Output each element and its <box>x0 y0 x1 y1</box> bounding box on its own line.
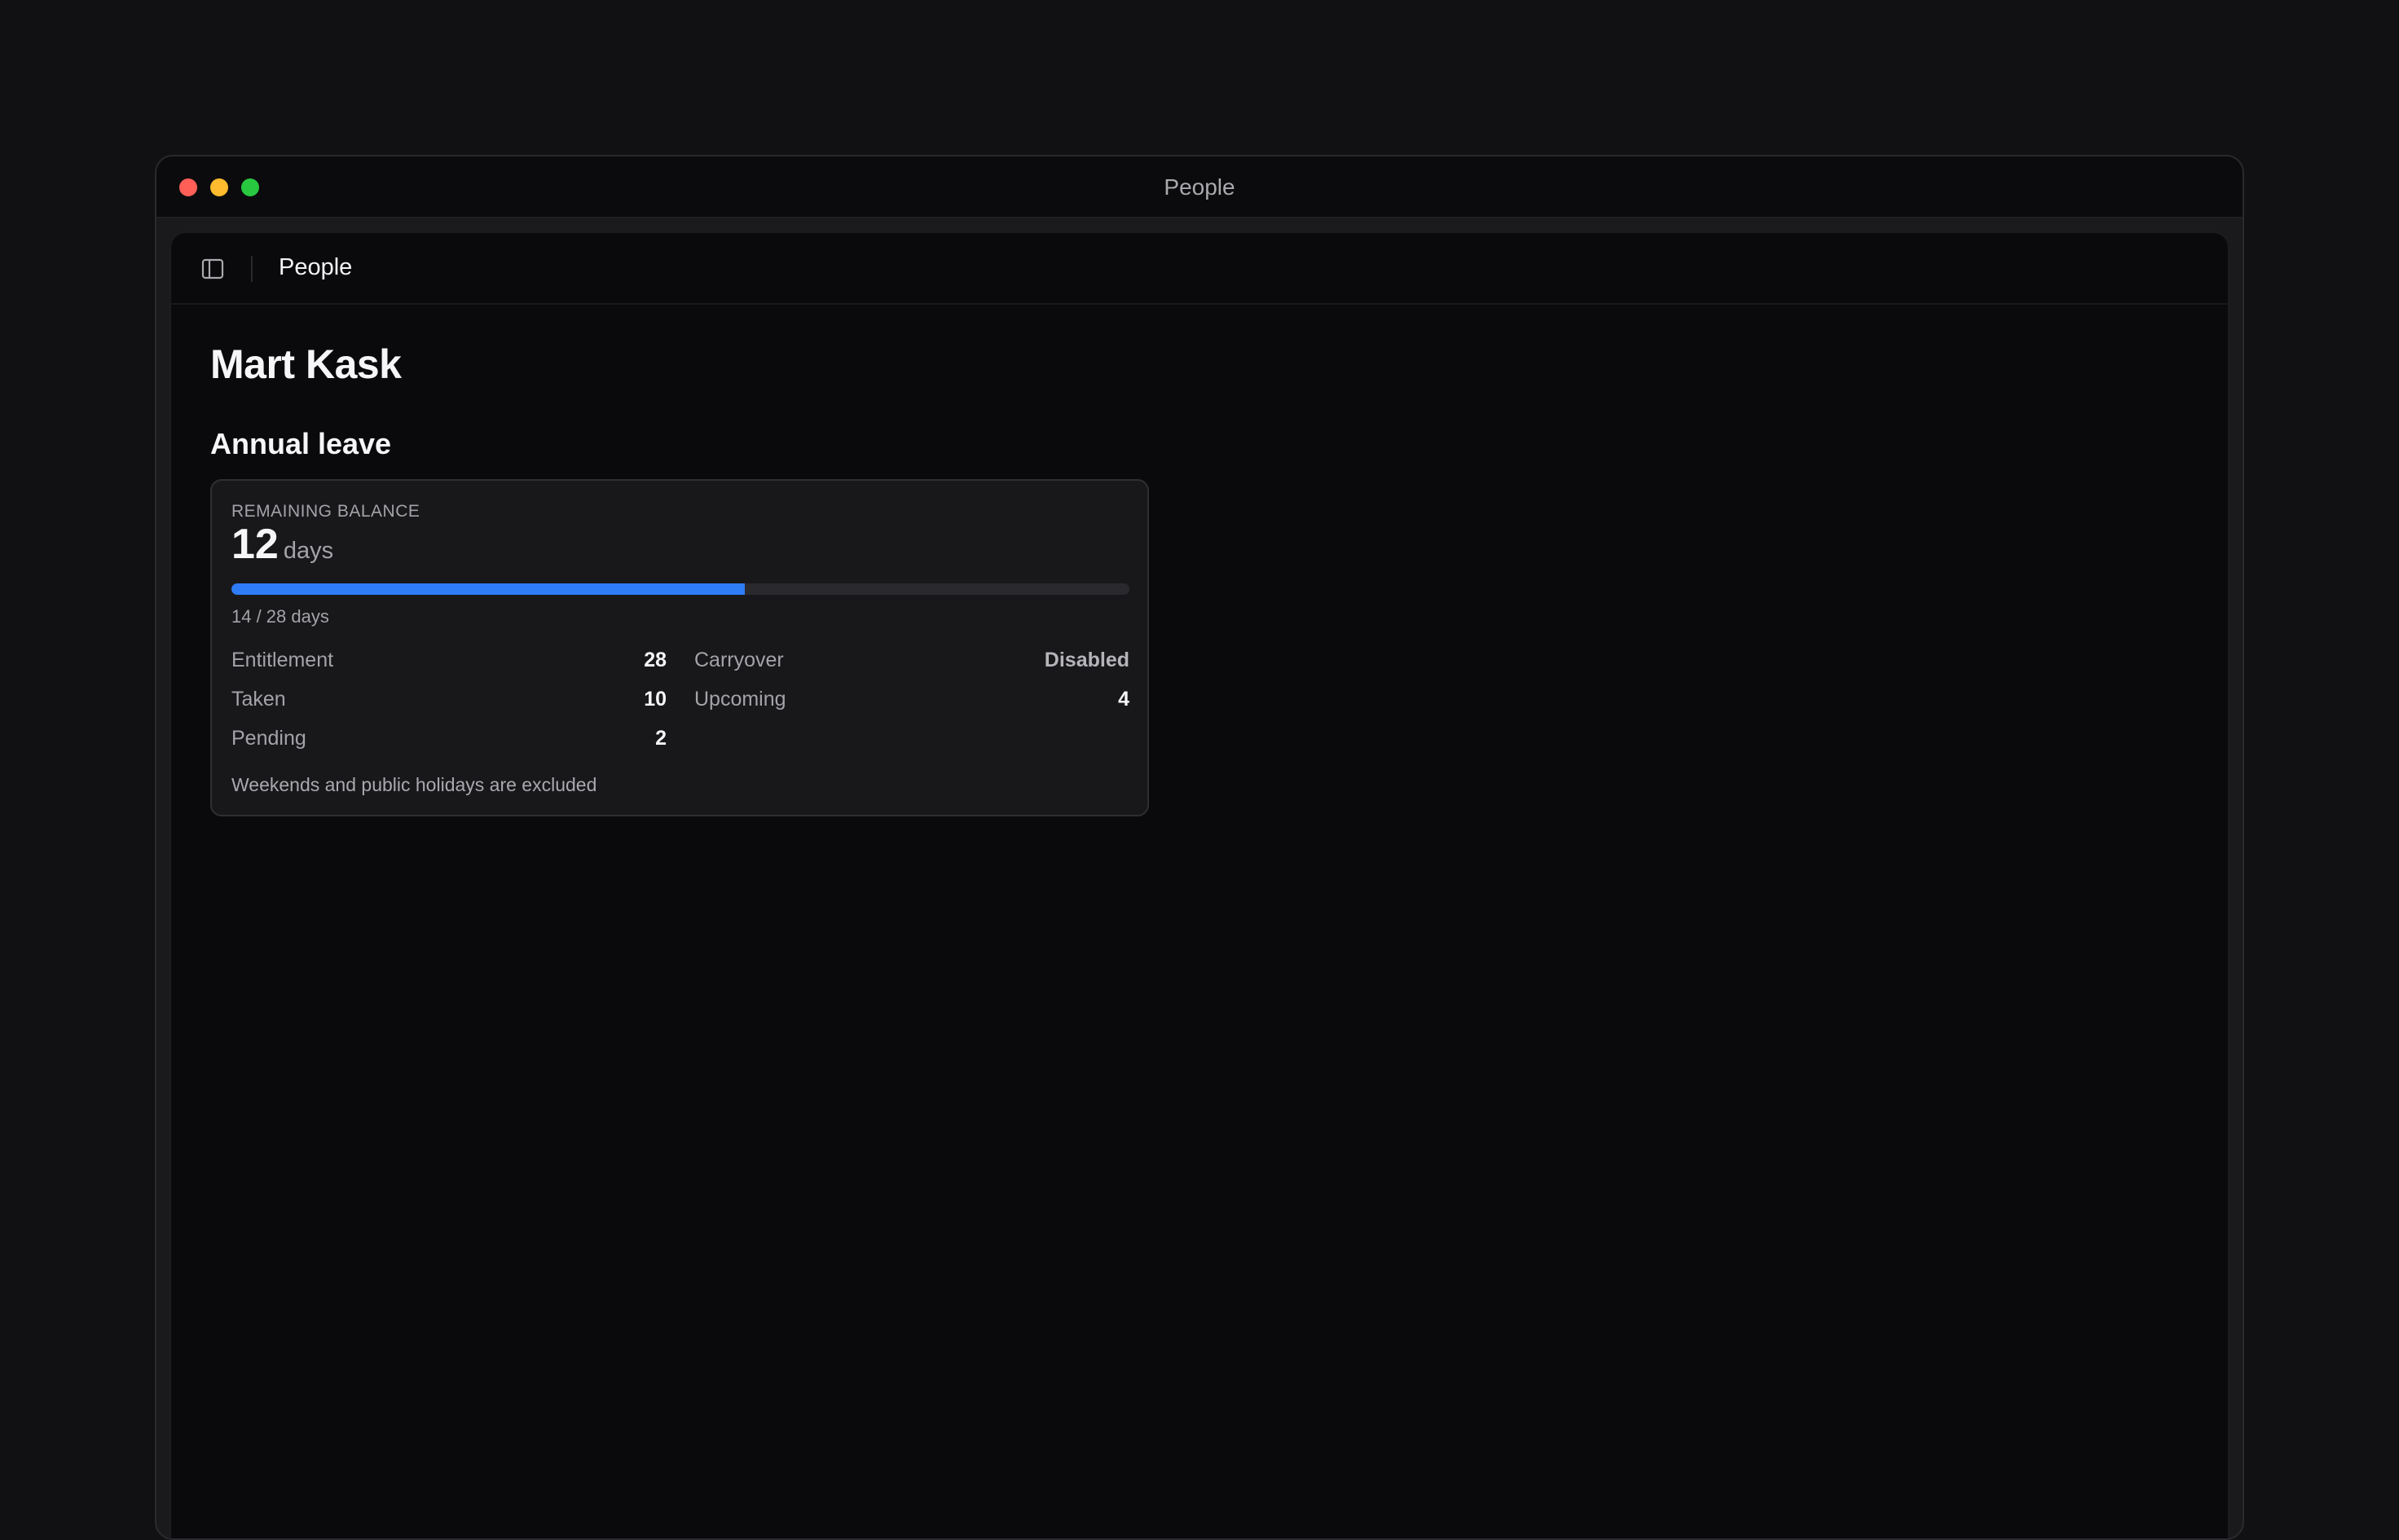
stat-row-carryover: Carryover Disabled <box>694 649 1129 688</box>
stat-label: Taken <box>231 688 286 711</box>
stats-column-right: Carryover Disabled Upcoming 4 <box>694 649 1129 727</box>
app-panel: People Mart Kask Annual leave REMAINING … <box>169 231 2230 1538</box>
leave-note: Weekends and public holidays are exclude… <box>231 774 597 795</box>
header-divider <box>251 256 253 282</box>
leave-balance-card: REMAINING BALANCE 12 days 14 / 28 days En… <box>210 479 1149 816</box>
sidebar-toggle-icon[interactable] <box>200 257 225 281</box>
leave-progress-fill <box>231 583 746 595</box>
stat-label: Carryover <box>694 649 784 671</box>
page-title: Mart Kask <box>210 341 402 387</box>
remaining-balance-value: 12 <box>231 521 279 568</box>
stat-value: 2 <box>655 727 667 750</box>
stat-row-entitlement: Entitlement 28 <box>231 649 667 688</box>
stat-label: Pending <box>231 727 306 750</box>
stat-label: Upcoming <box>694 688 786 711</box>
stat-row-pending: Pending 2 <box>231 727 667 766</box>
stats-column-left: Entitlement 28 Taken 10 Pending 2 <box>231 649 667 766</box>
remaining-balance: 12 days <box>231 520 333 569</box>
breadcrumb-title: People <box>279 254 353 280</box>
stat-value: Disabled <box>1044 649 1129 671</box>
leave-progress-bar <box>231 583 1129 595</box>
title-bar: People <box>156 156 2243 218</box>
stat-row-taken: Taken 10 <box>231 688 667 727</box>
stat-value: 4 <box>1118 688 1129 711</box>
main-content: Mart Kask Annual leave REMAINING BALANCE… <box>210 305 2228 1538</box>
app-window: People People Mart Kask Annual leave REM… <box>155 155 2244 1540</box>
remaining-balance-label: REMAINING BALANCE <box>231 502 420 521</box>
window-title: People <box>1164 174 1235 200</box>
section-title-annual-leave: Annual leave <box>210 427 392 460</box>
remaining-balance-unit: days <box>283 538 334 564</box>
stat-label: Entitlement <box>231 649 334 671</box>
leave-progress-text: 14 / 28 days <box>231 606 329 627</box>
page-header: People <box>171 233 2228 305</box>
stat-value: 28 <box>644 649 667 671</box>
stat-value: 10 <box>644 688 667 711</box>
stat-row-upcoming: Upcoming 4 <box>694 688 1129 727</box>
